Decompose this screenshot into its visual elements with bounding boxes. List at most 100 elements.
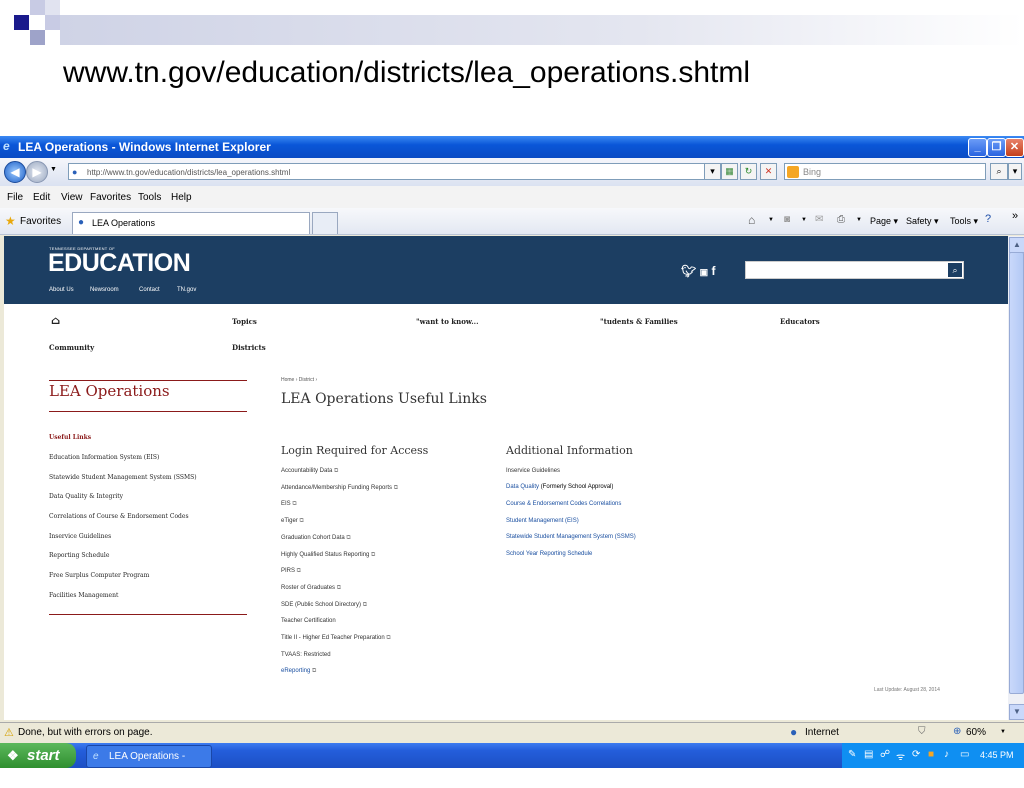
login-link[interactable]: eTiger ⧉	[281, 518, 304, 525]
feeds-dropdown-icon[interactable]: ▼	[801, 217, 807, 223]
print-dropdown-icon[interactable]: ▼	[856, 217, 862, 223]
home-nav-icon[interactable]: ⌂	[51, 314, 60, 327]
zoom-dropdown-icon[interactable]: ▼	[1000, 729, 1006, 735]
tray-display-icon[interactable]: ▤	[864, 749, 873, 760]
nav-topics[interactable]: Topics	[232, 317, 257, 326]
back-button[interactable]: ◀	[4, 161, 26, 183]
taskbar-item-ie[interactable]: e LEA Operations - Win...	[86, 745, 212, 783]
facebook-icon[interactable]: f	[711, 264, 715, 278]
close-button[interactable]: ✕	[1005, 138, 1024, 157]
nav-contact[interactable]: Contact	[139, 287, 160, 293]
login-link[interactable]: Attendance/Membership Funding Reports ⧉	[281, 485, 398, 492]
breadcrumb[interactable]: Home › District ›	[281, 377, 317, 383]
tray-wifi-icon[interactable]: ᯤ	[896, 749, 905, 763]
side-link[interactable]: Education Information System (EIS)	[49, 454, 159, 461]
tray-volume-icon[interactable]: ♪	[944, 749, 949, 760]
side-useful-links[interactable]: Useful Links	[49, 434, 91, 441]
address-input[interactable]: ● http://www.tn.gov/education/districts/…	[68, 163, 718, 180]
login-link[interactable]: TVAAS: Restricted	[281, 652, 331, 658]
additional-link[interactable]: Course & Endorsement Codes Correlations	[506, 501, 621, 507]
refresh-button[interactable]: ↻	[740, 163, 757, 180]
tools-menu[interactable]: Tools ▾	[950, 216, 978, 227]
tray-network-icon[interactable]: ☍	[880, 749, 890, 760]
nav-educators[interactable]: Educators	[780, 317, 820, 326]
login-link[interactable]: Roster of Graduates ⧉	[281, 585, 341, 592]
additional-link[interactable]: School Year Reporting Schedule	[506, 551, 592, 557]
additional-link[interactable]: Student Management (EIS)	[506, 518, 579, 524]
nav-about[interactable]: About Us	[49, 287, 74, 293]
restore-button[interactable]: ❐	[987, 138, 1006, 157]
login-link[interactable]: PIRS ⧉	[281, 568, 301, 575]
login-link[interactable]: Title II - Higher Ed Teacher Preparation…	[281, 635, 391, 642]
menu-help[interactable]: Help	[171, 192, 192, 203]
forward-button[interactable]: ▶	[26, 161, 48, 183]
more-chevron-icon[interactable]: »	[1012, 210, 1018, 222]
scroll-down-button[interactable]: ▼	[1009, 704, 1024, 720]
menu-favorites[interactable]: Favorites	[90, 192, 131, 203]
home-icon[interactable]: ⌂	[748, 213, 755, 227]
safety-menu[interactable]: Safety ▾	[906, 216, 939, 227]
nav-tngov[interactable]: TN.gov	[177, 287, 196, 293]
login-link[interactable]: Graduation Cohort Data ⧉	[281, 535, 351, 542]
help-icon[interactable]: ?	[985, 213, 991, 225]
side-link[interactable]: Data Quality & Integrity	[49, 493, 123, 500]
login-link[interactable]: Highly Qualified Status Reporting ⧉	[281, 552, 375, 559]
tray-battery-icon[interactable]: ▭	[960, 749, 969, 760]
feeds-icon[interactable]: ◙	[784, 214, 790, 225]
start-button[interactable]: ❖ start	[0, 743, 76, 768]
nav-community[interactable]: Community	[49, 343, 94, 352]
print-icon[interactable]: ⎙	[837, 214, 845, 225]
search-button[interactable]: ⌕	[990, 163, 1008, 180]
history-dropdown-icon[interactable]: ▼	[50, 166, 57, 173]
protected-mode-icon[interactable]: ⛉	[918, 726, 926, 737]
additional-link[interactable]: Inservice Guidelines	[506, 468, 560, 474]
scroll-up-button[interactable]: ▲	[1009, 237, 1024, 253]
tray-sync-icon[interactable]: ⟳	[912, 749, 920, 760]
site-search-button[interactable]: ⌕	[948, 263, 962, 277]
additional-link[interactable]: Data Quality (Formerly School Approval)	[506, 484, 613, 490]
menu-edit[interactable]: Edit	[33, 192, 50, 203]
tray-security-icon[interactable]: ■	[928, 749, 934, 760]
clock[interactable]: 4:45 PM	[980, 750, 1014, 760]
minimize-button[interactable]: _	[968, 138, 987, 157]
menu-file[interactable]: File	[7, 192, 23, 203]
side-link[interactable]: Inservice Guidelines	[49, 533, 111, 540]
page-menu[interactable]: Page ▾	[870, 216, 898, 227]
search-input[interactable]: Bing	[784, 163, 986, 180]
youtube-icon[interactable]: ▣	[700, 267, 709, 277]
side-link[interactable]: Facilities Management	[49, 592, 118, 599]
favorites-button[interactable]: Favorites	[20, 216, 61, 227]
menu-tools[interactable]: Tools	[138, 192, 161, 203]
side-link[interactable]: Statewide Student Management System (SSM…	[49, 474, 197, 481]
side-link[interactable]: Reporting Schedule	[49, 552, 109, 559]
site-search-input[interactable]: ⌕	[745, 261, 964, 279]
nav-want-to-know[interactable]: "want to know...	[416, 317, 479, 326]
login-link[interactable]: EIS ⧉	[281, 501, 297, 508]
new-tab-button[interactable]	[312, 212, 338, 234]
zoom-level[interactable]: 60%	[966, 727, 986, 738]
twitter-icon[interactable]: 🐦︎	[681, 264, 696, 278]
menu-view[interactable]: View	[61, 192, 83, 203]
home-dropdown-icon[interactable]: ▼	[768, 217, 774, 223]
search-options-button[interactable]: ▾	[1008, 163, 1022, 180]
mail-icon[interactable]: ✉	[815, 214, 823, 225]
nav-students-families[interactable]: "tudents & Families	[600, 317, 678, 326]
side-link[interactable]: Free Surplus Computer Program	[49, 572, 149, 579]
zoom-icon[interactable]: ⊕	[953, 726, 961, 737]
scroll-thumb[interactable]	[1009, 252, 1024, 694]
stop-button[interactable]: ✕	[760, 163, 777, 180]
login-link[interactable]: Accountability Data ⧉	[281, 468, 338, 475]
vertical-scrollbar[interactable]: ▲ ▼	[1008, 236, 1024, 720]
nav-districts[interactable]: Districts	[232, 343, 266, 352]
warning-icon[interactable]: ⚠	[4, 726, 14, 739]
login-link[interactable]: Teacher Certification	[281, 618, 336, 624]
compat-view-icon[interactable]: ▦	[721, 163, 738, 180]
login-link[interactable]: eReporting ⧉	[281, 668, 316, 675]
side-link[interactable]: Correlations of Course & Endorsement Cod…	[49, 513, 189, 520]
address-dropdown-button[interactable]: ▾	[704, 163, 721, 180]
login-link[interactable]: SDE (Public School Directory) ⧉	[281, 602, 367, 609]
additional-link[interactable]: Statewide Student Management System (SSM…	[506, 534, 636, 540]
tab-lea-operations[interactable]: ● LEA Operations	[72, 212, 310, 234]
site-logo[interactable]: EDUCATION	[48, 249, 191, 278]
tray-tool-icon[interactable]: ✎	[848, 749, 856, 760]
